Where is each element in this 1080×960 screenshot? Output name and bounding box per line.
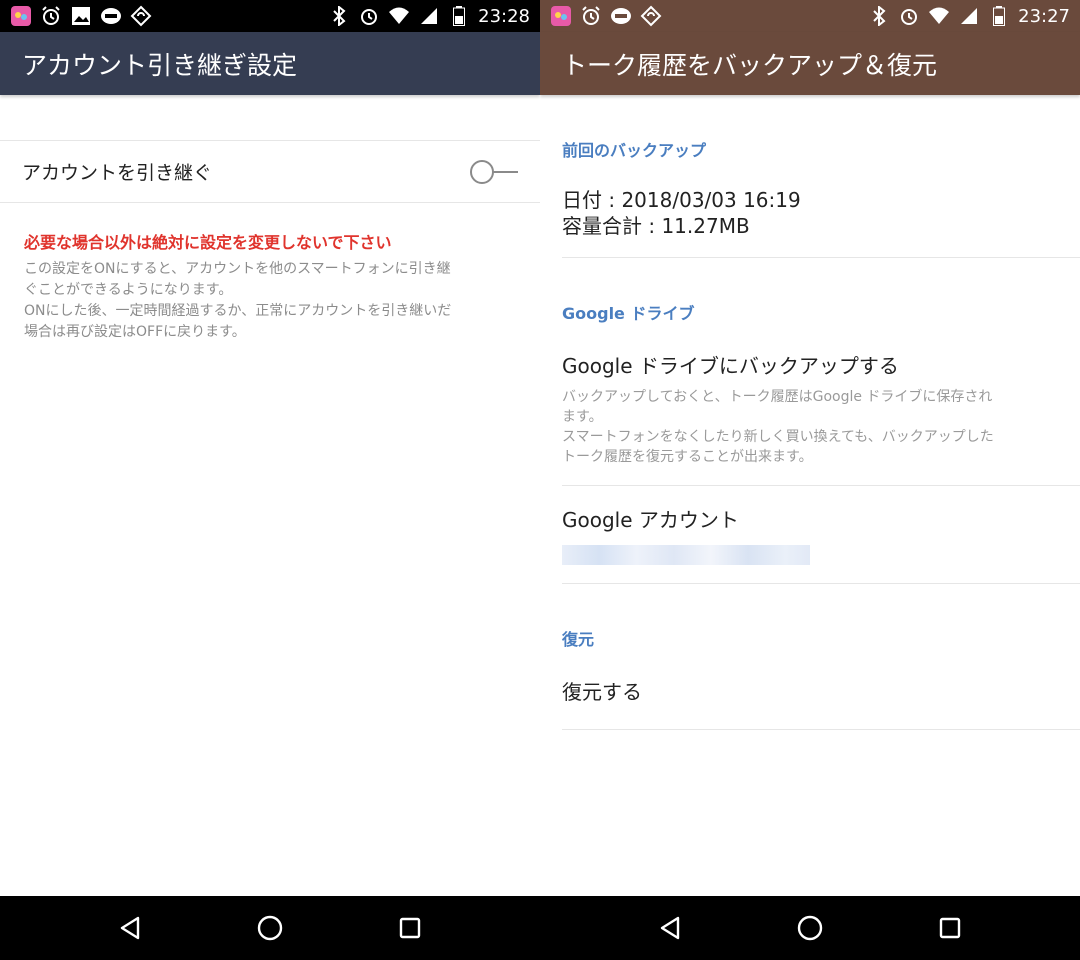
description-line: バックアップしておくと、トーク履歴はGoogle ドライブに保存され [562, 389, 993, 405]
bluetooth-icon [868, 5, 890, 27]
navigation-bar [0, 896, 540, 960]
alarm-clock-icon [580, 5, 602, 27]
image-icon [70, 5, 92, 27]
wifi-icon [388, 5, 410, 27]
battery-icon [448, 5, 470, 27]
sync-icon [640, 5, 662, 27]
restore-item[interactable]: 復元する [562, 676, 1080, 730]
backup-settings-list: 前回のバックアップ 日付 : 2018/03/03 16:19 容量合計 : 1… [540, 95, 1080, 730]
item-description: バックアップしておくと、トーク履歴はGoogle ドライブに保存され ます。 ス… [562, 387, 1080, 467]
google-account-item[interactable]: Google アカウント [562, 486, 1080, 584]
toggle-label: アカウントを引き継ぐ [22, 162, 213, 184]
description-line: ONにした後、一定時間経過するか、正常にアカウントを引き継いだ [24, 303, 452, 319]
backup-restore-screen: 23:27 トーク履歴をバックアップ＆復元 前回のバックアップ 日付 : 201… [540, 0, 1080, 960]
alarm-icon [358, 5, 380, 27]
description-line: 場合は再び設定はOFFに戻ります。 [24, 324, 246, 340]
battery-icon [988, 5, 1010, 27]
home-icon[interactable] [790, 908, 830, 948]
recents-icon[interactable] [930, 908, 970, 948]
app-notification-icon [10, 5, 32, 27]
status-time: 23:28 [478, 5, 530, 27]
restore-section: 復元 [562, 584, 1080, 650]
description-line: トーク履歴を復元することが出来ます。 [562, 449, 813, 465]
page-title: アカウント引き継ぎ設定 [0, 32, 540, 95]
account-email-redacted [562, 545, 810, 565]
description-line: スマートフォンをなくしたり新しく買い換えても、バックアップした [562, 429, 994, 445]
alarm-icon [898, 5, 920, 27]
status-bar: 23:27 [540, 0, 1080, 32]
section-header: 前回のバックアップ [562, 141, 707, 160]
status-bar: 23:28 [0, 0, 540, 32]
divider [0, 95, 540, 141]
bluetooth-icon [328, 5, 350, 27]
screenshot-composite: 23:28 アカウント引き継ぎ設定 アカウントを引き継ぐ 必要な場合以外は絶対に… [0, 0, 1080, 960]
app-notification-icon [550, 5, 572, 27]
google-drive-backup-item[interactable]: Google ドライブにバックアップする バックアップしておくと、トーク履歴はG… [562, 350, 1080, 486]
description-text: この設定をONにすると、アカウントを他のスマートフォンに引き継 ぐことができるよ… [24, 259, 516, 343]
page-title: トーク履歴をバックアップ＆復元 [540, 32, 1080, 95]
backup-date: 日付 : 2018/03/03 16:19 [562, 188, 801, 212]
wifi-icon [928, 5, 950, 27]
recents-icon[interactable] [390, 908, 430, 948]
back-icon[interactable] [110, 908, 150, 948]
last-backup-section: 前回のバックアップ 日付 : 2018/03/03 16:19 容量合計 : 1… [562, 95, 1080, 258]
signal-icon [958, 5, 980, 27]
transfer-notice: 必要な場合以外は絶対に設定を変更しないで下さい この設定をONにすると、アカウン… [0, 203, 540, 343]
description-line: ぐことができるようになります。 [24, 282, 233, 298]
description-line: ます。 [562, 409, 603, 425]
account-transfer-switch[interactable] [468, 158, 520, 186]
line-app-icon [610, 5, 632, 27]
signal-icon [418, 5, 440, 27]
home-icon[interactable] [250, 908, 290, 948]
account-transfer-screen: 23:28 アカウント引き継ぎ設定 アカウントを引き継ぐ 必要な場合以外は絶対に… [0, 0, 540, 960]
line-app-icon [100, 5, 122, 27]
sync-icon [130, 5, 152, 27]
restore-action: 復元する [562, 680, 642, 704]
section-header: Google ドライブ [562, 304, 695, 323]
account-transfer-toggle-row[interactable]: アカウントを引き継ぐ [0, 141, 540, 203]
backup-size: 容量合計 : 11.27MB [562, 214, 750, 238]
description-line: この設定をONにすると、アカウントを他のスマートフォンに引き継 [24, 261, 451, 277]
item-title: Google ドライブにバックアップする [562, 354, 899, 378]
navigation-bar [540, 896, 1080, 960]
item-title: Google アカウント [562, 508, 739, 532]
section-header: 復元 [562, 630, 595, 649]
alarm-clock-icon [40, 5, 62, 27]
back-icon[interactable] [650, 908, 690, 948]
status-time: 23:27 [1018, 5, 1070, 27]
warning-text: 必要な場合以外は絶対に設定を変更しないで下さい [24, 233, 392, 252]
google-drive-section: Google ドライブ [562, 258, 1080, 324]
